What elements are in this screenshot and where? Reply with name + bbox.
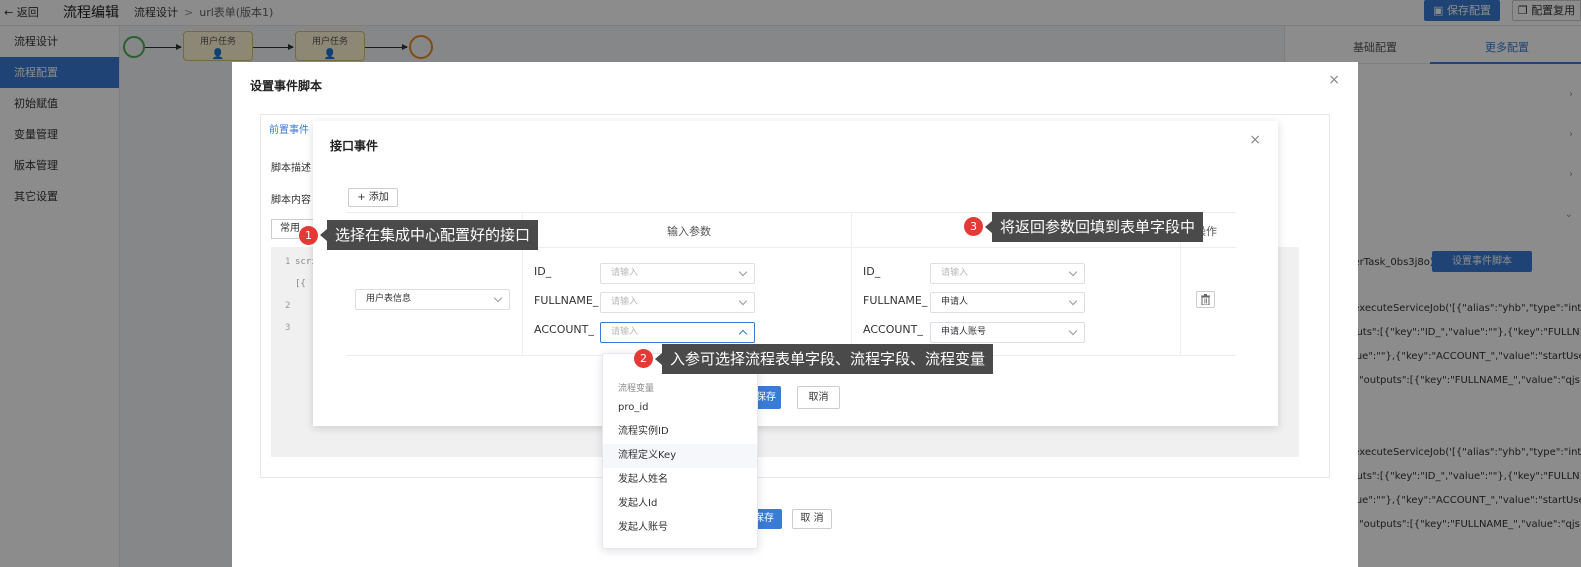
callout-tooltip: 入参可选择流程表单字段、流程字段、流程变量 [654,344,994,374]
header-input-params: 输入参数 [667,225,711,238]
input-key-label: FULLNAME_ [534,294,599,307]
output-field-select[interactable]: 申请人 [930,292,1085,313]
line-number: 3 [285,323,291,333]
dropdown-option[interactable]: 发起人Id [603,492,757,516]
input-value-select[interactable]: 请输入 [600,263,755,284]
chevron-up-icon [738,329,748,339]
chevron-down-icon [1068,267,1078,277]
code-text: [{ [295,279,306,289]
add-row-button[interactable]: + 添加 [348,188,398,207]
script-content-label: 脚本内容 [271,195,311,206]
dropdown-option[interactable]: pro_id [603,396,757,420]
chevron-down-icon [738,296,748,306]
callout-tooltip: 将返回参数回填到表单字段中 [984,212,1204,242]
api-event-modal: 接口事件 × + 添加 输入参数 操作 用户表信息 ID_ FULLNAME_ … [313,121,1278,426]
select-placeholder: 请输入 [611,297,639,307]
dropdown-option[interactable]: 发起人账号 [603,516,757,540]
line-number: 2 [285,301,291,311]
close-icon[interactable]: × [1328,72,1340,88]
close-icon[interactable]: × [1249,132,1261,148]
api-select-value: 用户表信息 [366,294,412,304]
script-desc-label: 脚本描述 [271,163,311,174]
tab-pre-event[interactable]: 前置事件 [269,121,309,136]
delete-row-button[interactable] [1196,291,1215,308]
select-placeholder: 请输入 [941,268,969,278]
callout-tooltip: 选择在集成中心配置好的接口 [319,220,539,250]
line-number: 1 [285,257,291,267]
output-key-label: ACCOUNT_ [863,323,923,336]
select-value: 申请人 [941,297,969,307]
input-key-label: ACCOUNT_ [534,323,594,336]
dropdown-option[interactable]: 流程实例ID [603,420,757,444]
callout-badge: 2 [634,349,653,368]
select-placeholder: 请输入 [611,268,639,278]
chevron-down-icon [1068,296,1078,306]
column-divider [851,213,852,356]
select-placeholder: 请输入 [611,327,639,337]
api-select[interactable]: 用户表信息 [355,289,510,310]
dropdown-option[interactable]: 发起人姓名 [603,468,757,492]
param-source-dropdown: 流程变量 pro_id 流程实例ID 流程定义Key 发起人姓名 发起人Id 发… [602,353,758,549]
input-value-select-open[interactable]: 请输入 [600,322,755,343]
output-key-label: ID_ [863,265,881,278]
chevron-down-icon [738,267,748,277]
select-value: 申请人账号 [941,327,987,337]
output-field-select[interactable]: 请输入 [930,263,1085,284]
callout-badge: 3 [964,217,983,236]
modal-title: 接口事件 [330,139,379,153]
callout-badge: 1 [299,226,318,245]
dropdown-group-label: 流程变量 [618,384,655,394]
output-field-select[interactable]: 申请人账号 [930,322,1085,343]
modal-title: 设置事件脚本 [250,79,323,93]
output-key-label: FULLNAME_ [863,294,928,307]
api-cancel-button[interactable]: 取消 [797,386,840,409]
chevron-down-icon [493,293,503,303]
trash-icon [1201,294,1210,305]
input-value-select[interactable]: 请输入 [600,292,755,313]
input-key-label: ID_ [534,265,552,278]
dropdown-option[interactable]: 流程定义Key [603,444,757,468]
script-cancel-button[interactable]: 取 消 [792,509,832,529]
chevron-down-icon [1068,326,1078,336]
